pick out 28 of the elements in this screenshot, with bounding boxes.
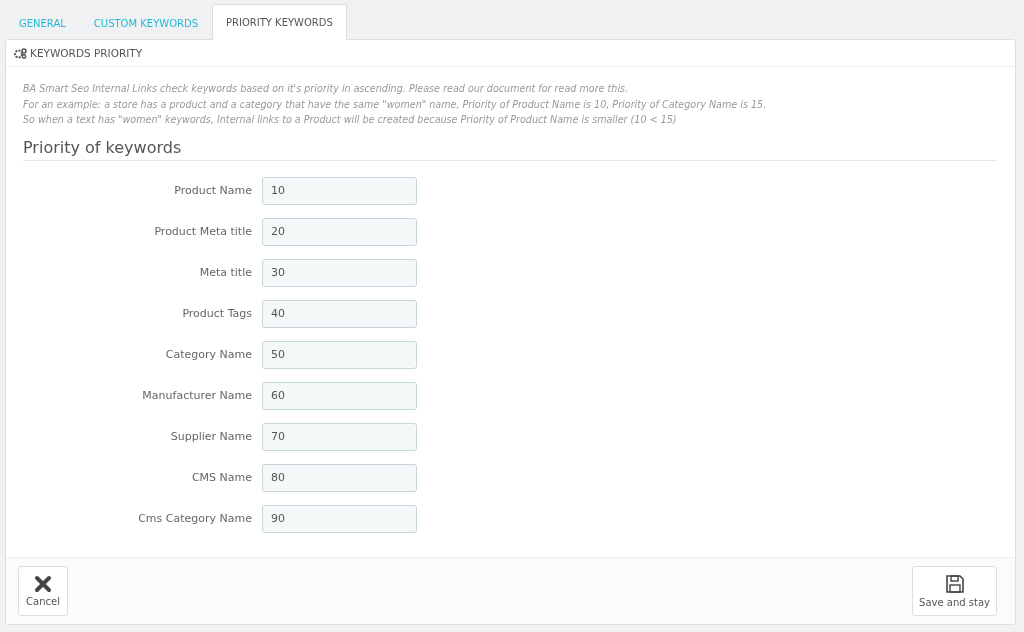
field-label: Category Name (164, 348, 252, 361)
field-label: Cms Category Name (137, 512, 252, 525)
tab[interactable]: PRIORITY KEYWORDS (212, 4, 347, 40)
input-field[interactable]: 80 (262, 463, 417, 492)
field-label: Product Name (173, 184, 252, 197)
description-text: For an example: a store has a product and a category that have the same "women" name, Priority of Product Name is 10, Priority of Category Name is 15. (23, 97, 768, 112)
field-label: Product Tags (181, 307, 252, 320)
input-field[interactable]: 70 (262, 422, 417, 451)
save-button[interactable]: Save and stay (912, 566, 997, 616)
panel-title: KEYWORDS PRIORITY (30, 47, 143, 59)
field-label: CMS Name (190, 471, 252, 484)
description-text: So when a text has "women" keywords, Internal links to a Product will be created because Priority of Product Name is smaller (10 < 15) (23, 113, 678, 127)
field-label: Supplier Name (169, 430, 252, 443)
field-label: Product Meta title (153, 225, 252, 238)
field-label: Meta title (198, 266, 252, 279)
input-field[interactable]: 30 (262, 258, 417, 287)
field-label: Manufacturer Name (141, 389, 252, 402)
cancel-button[interactable]: Cancel (18, 566, 68, 616)
description-text: BA Smart Seo Internal Links check keywords based on it's priority in ascending. Please read our document for read more this. (23, 82, 630, 96)
input-field[interactable]: 90 (262, 504, 417, 533)
input-field[interactable]: 10 (262, 176, 417, 205)
input-field[interactable]: 50 (262, 340, 417, 369)
section-title: Priority of keywords (23, 137, 997, 161)
input-field[interactable]: 20 (262, 217, 417, 246)
gears-icon (14, 47, 27, 59)
input-field[interactable]: 60 (262, 381, 417, 410)
input-field[interactable]: 40 (262, 299, 417, 328)
close-icon (34, 575, 52, 593)
